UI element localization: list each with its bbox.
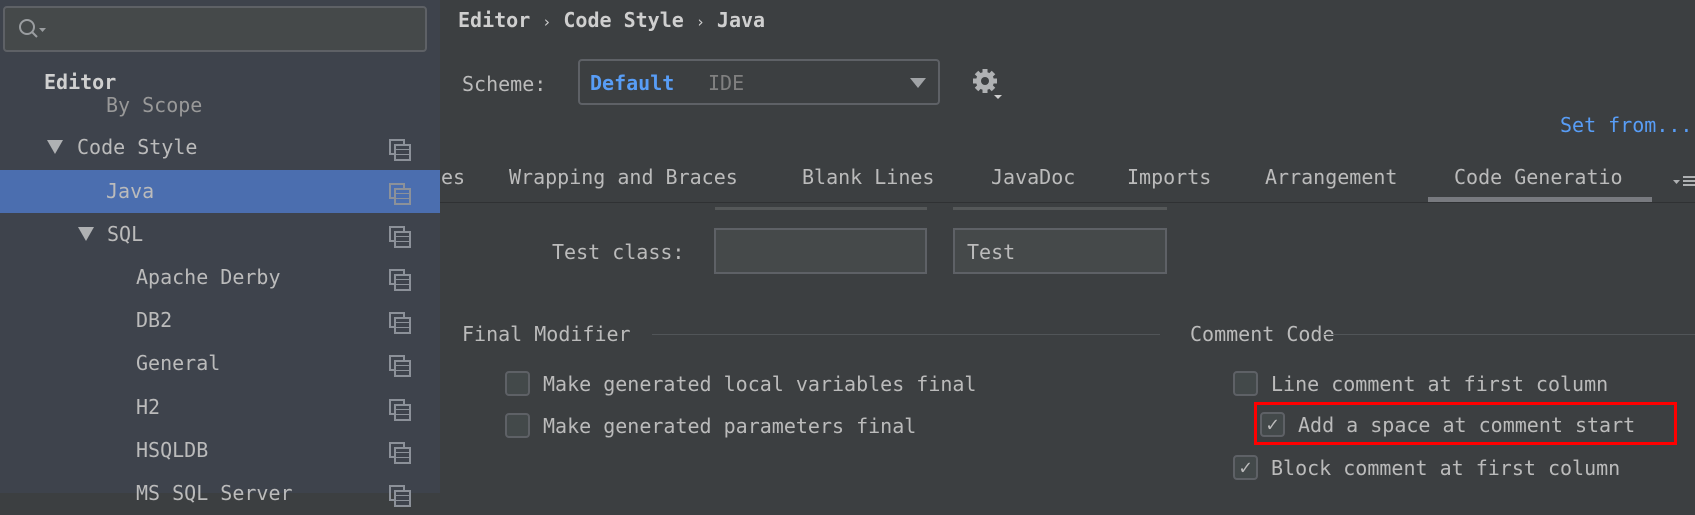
copy-icon <box>389 485 411 507</box>
breadcrumb-item[interactable]: Editor <box>458 8 530 32</box>
settings-sidebar: Editor By Scope Code Style Java SQL Apac… <box>0 0 440 507</box>
local-variables-final-checkbox[interactable] <box>505 371 530 396</box>
item-label: SQL <box>107 222 144 246</box>
scheme-value: Default <box>590 71 675 95</box>
final-modifier-title: Final Modifier <box>462 322 631 346</box>
tab-javadoc[interactable]: JavaDoc <box>991 165 1075 189</box>
expand-triangle-icon[interactable] <box>78 227 94 241</box>
comment-code-title: Comment Code <box>1190 322 1335 346</box>
breadcrumb-item[interactable]: Code Style <box>563 8 683 32</box>
search-input[interactable] <box>3 6 427 52</box>
checkbox-label: Block comment at first column <box>1271 456 1621 480</box>
parameters-final-checkbox[interactable] <box>505 413 530 438</box>
set-from-link[interactable]: Set from... <box>1560 113 1692 137</box>
copy-icon <box>389 442 411 464</box>
sidebar-item-ms-sql-server[interactable]: MS SQL Server <box>0 472 440 515</box>
test-class-label: Test class: <box>552 240 685 264</box>
sidebar-item-apache-derby[interactable]: Apache Derby <box>0 256 440 299</box>
sidebar-item-java[interactable]: Java <box>0 170 440 213</box>
tab-arrangement[interactable]: Arrangement <box>1265 165 1397 189</box>
item-label: Code Style <box>77 135 198 159</box>
copy-icon <box>389 399 411 421</box>
test-class-prefix-input[interactable] <box>714 228 927 274</box>
tab-spaces[interactable]: es <box>441 165 465 189</box>
sidebar-item-by-scope[interactable]: By Scope <box>106 93 202 117</box>
expand-triangle-icon[interactable] <box>47 140 63 154</box>
sidebar-item-db2[interactable]: DB2 <box>0 299 440 342</box>
copy-icon <box>389 226 411 248</box>
item-label: H2 <box>136 395 161 419</box>
copy-icon <box>389 312 411 334</box>
tab-overflow-icon[interactable] <box>1673 174 1695 190</box>
copy-icon <box>389 355 411 377</box>
block-comment-first-column-checkbox[interactable]: ✓ <box>1233 455 1258 480</box>
breadcrumb: Editor › Code Style › Java <box>458 8 765 32</box>
chevron-down-icon <box>910 78 926 88</box>
checkbox-label: Make generated parameters final <box>543 414 917 438</box>
sidebar-item-general[interactable]: General <box>0 342 440 385</box>
line-comment-first-column-checkbox[interactable] <box>1233 371 1258 396</box>
copy-icon <box>389 139 411 161</box>
item-label: HSQLDB <box>136 438 209 462</box>
item-label: Apache Derby <box>136 265 281 289</box>
checkbox-label: Add a space at comment start <box>1298 413 1636 437</box>
tab-code-generation[interactable]: Code Generatio <box>1454 165 1623 189</box>
breadcrumb-item: Java <box>716 8 766 32</box>
item-label: DB2 <box>136 308 173 332</box>
sidebar-item-h2[interactable]: H2 <box>0 386 440 429</box>
breadcrumb-separator: › <box>695 13 705 31</box>
scheme-dropdown[interactable]: Default IDE <box>578 59 940 105</box>
tab-imports[interactable]: Imports <box>1127 165 1211 189</box>
checkbox-label: Make generated local variables final <box>543 372 977 396</box>
item-label: MS SQL Server <box>136 481 293 505</box>
breadcrumb-separator: › <box>542 13 552 31</box>
tab-blank-lines[interactable]: Blank Lines <box>802 165 934 189</box>
item-label: General <box>136 351 221 375</box>
copy-icon <box>389 183 411 205</box>
add-space-comment-start-checkbox[interactable]: ✓ <box>1260 412 1285 437</box>
sidebar-item-sql[interactable]: SQL <box>0 213 440 256</box>
search-icon <box>19 19 46 38</box>
sidebar-header: Editor <box>44 70 117 94</box>
copy-icon <box>389 269 411 291</box>
tab-wrapping-and-braces[interactable]: Wrapping and Braces <box>509 165 738 189</box>
sidebar-item-hsqldb[interactable]: HSQLDB <box>0 429 440 472</box>
scheme-sub: IDE <box>708 71 745 95</box>
item-label: Java <box>106 179 155 203</box>
sidebar-item-code-style[interactable]: Code Style <box>0 126 440 169</box>
checkbox-label: Line comment at first column <box>1271 372 1609 396</box>
gear-icon[interactable] <box>970 66 1006 102</box>
test-class-suffix-input[interactable]: Test <box>953 228 1167 274</box>
scheme-label: Scheme: <box>462 72 547 96</box>
